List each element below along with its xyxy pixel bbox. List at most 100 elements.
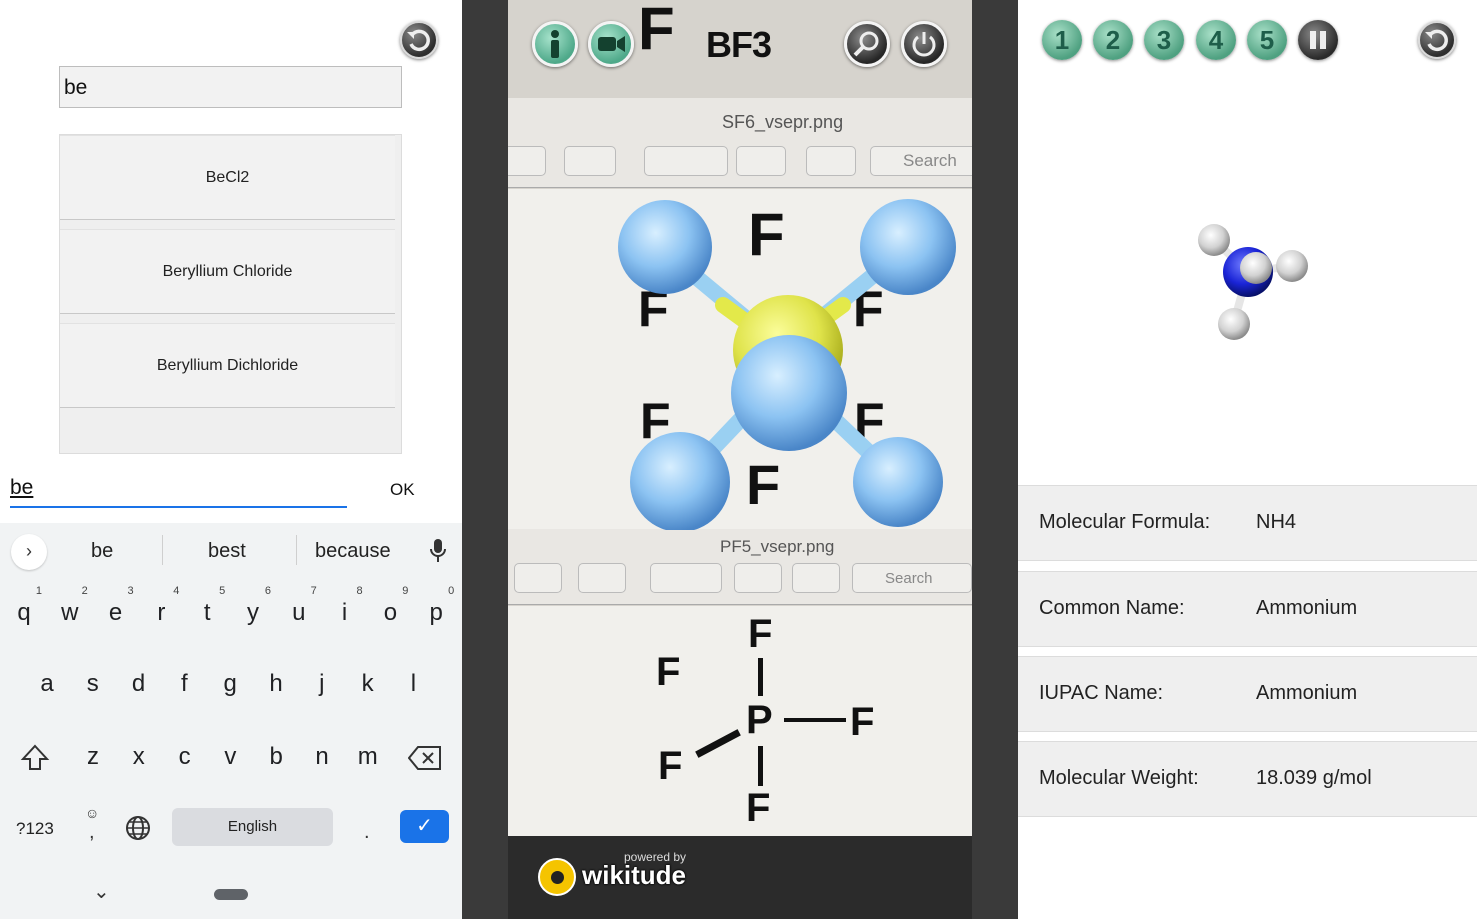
text-entry-field[interactable]: be <box>10 476 347 508</box>
enter-key[interactable]: ✓ <box>400 810 449 843</box>
molecule-search-panel: be BeCl2 Beryllium Chloride Beryllium Di… <box>0 0 462 919</box>
key-u[interactable]: 7u <box>279 585 319 641</box>
key-v[interactable]: v <box>210 729 250 785</box>
home-indicator[interactable] <box>214 889 248 900</box>
microphone-icon[interactable] <box>428 538 448 564</box>
key-m[interactable]: m <box>348 729 388 785</box>
key-letter: g <box>223 670 237 697</box>
key-g[interactable]: g <box>210 656 250 712</box>
key-number-hint: 6 <box>264 585 271 597</box>
space-bar[interactable]: English <box>172 808 333 846</box>
key-n[interactable]: n <box>302 729 342 785</box>
search-button[interactable] <box>844 21 890 67</box>
pause-button[interactable] <box>1298 20 1338 60</box>
key-j[interactable]: j <box>302 656 342 712</box>
key-s[interactable]: s <box>73 656 113 712</box>
key-r[interactable]: 4r <box>141 585 181 641</box>
undo-icon <box>1425 29 1448 52</box>
view-1-button[interactable]: 1 <box>1042 20 1082 60</box>
key-q[interactable]: 1q <box>4 585 44 641</box>
period-key[interactable]: . <box>364 821 370 844</box>
key-e[interactable]: 3e <box>96 585 136 641</box>
view-5-button[interactable]: 5 <box>1247 20 1287 60</box>
camera-button[interactable] <box>588 21 634 67</box>
key-p[interactable]: 0p <box>416 585 456 641</box>
key-letter: w <box>61 599 79 626</box>
suggestion-be[interactable]: be <box>91 540 113 563</box>
molecular-formula-label: Molecular Formula: <box>1039 511 1211 533</box>
key-y[interactable]: 6y <box>233 585 273 641</box>
key-z[interactable]: z <box>73 729 113 785</box>
rotate-tool-button <box>736 146 786 176</box>
key-number-hint: 8 <box>356 585 363 597</box>
key-letter: x <box>132 743 145 770</box>
fluorine-atom <box>731 335 847 451</box>
key-x[interactable]: x <box>119 729 159 785</box>
expand-suggestions-button[interactable]: › <box>11 534 47 570</box>
hydrogen-atom <box>1198 224 1230 256</box>
fluorine-atom <box>630 432 730 530</box>
key-l[interactable]: l <box>393 656 433 712</box>
power-icon <box>912 32 936 57</box>
view-2-button[interactable]: 2 <box>1093 20 1133 60</box>
molecular-formula-value: NH4 <box>1256 511 1297 533</box>
reset-button[interactable] <box>400 21 438 59</box>
key-o[interactable]: 9o <box>370 585 410 641</box>
ammonium-3d-model[interactable] <box>1190 220 1315 345</box>
comma-key[interactable]: , <box>89 821 95 844</box>
key-letter: f <box>181 670 188 697</box>
iupac-name-label: IUPAC Name: <box>1039 682 1164 704</box>
molecule-3d-model <box>618 199 956 530</box>
key-letter: t <box>203 599 211 626</box>
view-4-button[interactable]: 4 <box>1196 20 1236 60</box>
globe-icon[interactable] <box>124 814 152 842</box>
iupac-name-value: Ammonium <box>1256 682 1358 704</box>
fluorine-atom <box>853 437 943 527</box>
power-button[interactable] <box>901 21 947 67</box>
key-c[interactable]: c <box>165 729 205 785</box>
key-w[interactable]: 2w <box>50 585 90 641</box>
key-number-hint: 1 <box>35 585 42 597</box>
molecular-weight-value: 18.039 g/mol <box>1256 767 1372 789</box>
fluorine-atom <box>860 199 956 295</box>
molecule-search-input[interactable]: be <box>59 66 402 108</box>
chevron-right-icon: › <box>26 541 32 561</box>
screenshot-root: be BeCl2 Beryllium Chloride Beryllium Di… <box>0 0 1477 919</box>
key-a[interactable]: a <box>27 656 67 712</box>
ok-button[interactable]: OK <box>390 480 415 500</box>
key-t[interactable]: 5t <box>187 585 227 641</box>
key-number-hint: 4 <box>173 585 180 597</box>
backspace-icon[interactable] <box>408 745 442 771</box>
key-d[interactable]: d <box>119 656 159 712</box>
share-tool-button <box>578 563 626 593</box>
key-letter: p <box>429 599 443 626</box>
key-letter: j <box>319 670 325 697</box>
suggestion-because[interactable]: because <box>315 540 391 563</box>
result-item-beryllium-chloride[interactable]: Beryllium Chloride <box>60 229 395 314</box>
key-b[interactable]: b <box>256 729 296 785</box>
key-i[interactable]: 8i <box>325 585 365 641</box>
suggestion-strip: › be best because <box>0 523 462 579</box>
shift-icon[interactable] <box>20 743 50 773</box>
symbols-key[interactable]: ?123 <box>16 819 54 839</box>
reset-button[interactable] <box>1418 21 1456 59</box>
collapse-keyboard-icon[interactable]: ⌄ <box>93 879 110 904</box>
info-button[interactable] <box>532 21 578 67</box>
result-item-becl2[interactable]: BeCl2 <box>60 135 395 220</box>
suggestion-divider <box>162 535 163 565</box>
key-k[interactable]: k <box>348 656 388 712</box>
key-f[interactable]: f <box>164 656 204 712</box>
emoji-icon[interactable]: ☺ <box>85 805 99 821</box>
result-item-beryllium-dichloride[interactable]: Beryllium Dichloride <box>60 323 395 408</box>
pf5-label-f: F <box>748 612 773 656</box>
molecular-formula-row: Molecular Formula: NH4 <box>1018 485 1477 561</box>
key-number-hint: 0 <box>448 585 455 597</box>
key-number-hint: 9 <box>402 585 409 597</box>
suggestion-best[interactable]: best <box>208 540 246 563</box>
zoom-tool-button <box>508 146 546 176</box>
hydrogen-atom <box>1218 308 1250 340</box>
info-icon <box>551 30 559 58</box>
key-h[interactable]: h <box>256 656 296 712</box>
pf5-preview-window: PF5_vsepr.png Search <box>508 529 972 605</box>
view-3-button[interactable]: 3 <box>1144 20 1184 60</box>
